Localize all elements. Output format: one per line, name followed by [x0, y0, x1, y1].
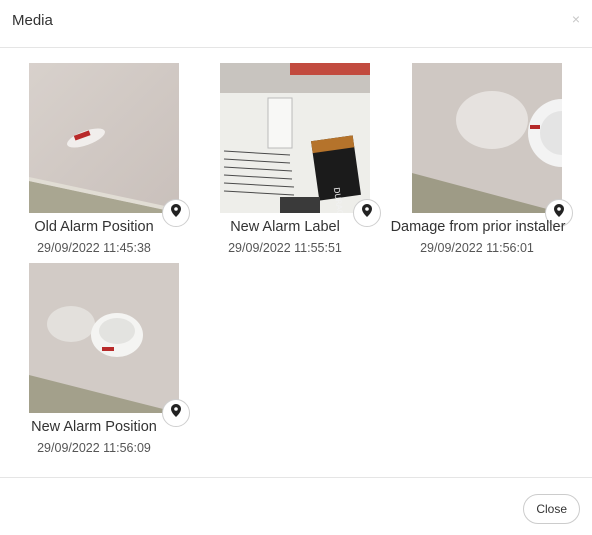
media-timestamp: 29/09/2022 11:56:01: [420, 241, 534, 255]
modal-footer: Close: [0, 477, 592, 535]
modal-header: Media ×: [0, 0, 592, 48]
media-timestamp: 29/09/2022 11:45:38: [37, 241, 151, 255]
media-timestamp: 29/09/2022 11:55:51: [228, 241, 342, 255]
modal-title: Media: [12, 12, 53, 29]
close-icon[interactable]: ×: [572, 11, 580, 27]
media-caption: Old Alarm Position: [34, 219, 154, 235]
media-caption: New Alarm Position: [31, 419, 157, 435]
media-caption: Damage from prior installer: [390, 219, 566, 235]
media-thumbnail[interactable]: [29, 63, 179, 213]
media-thumbnail[interactable]: [412, 63, 562, 213]
media-caption: New Alarm Label: [230, 219, 340, 235]
media-thumbnail[interactable]: DURACELL: [220, 63, 370, 213]
close-button[interactable]: Close: [523, 494, 580, 524]
media-thumbnail[interactable]: [29, 263, 179, 413]
media-timestamp: 29/09/2022 11:56:09: [37, 441, 151, 455]
